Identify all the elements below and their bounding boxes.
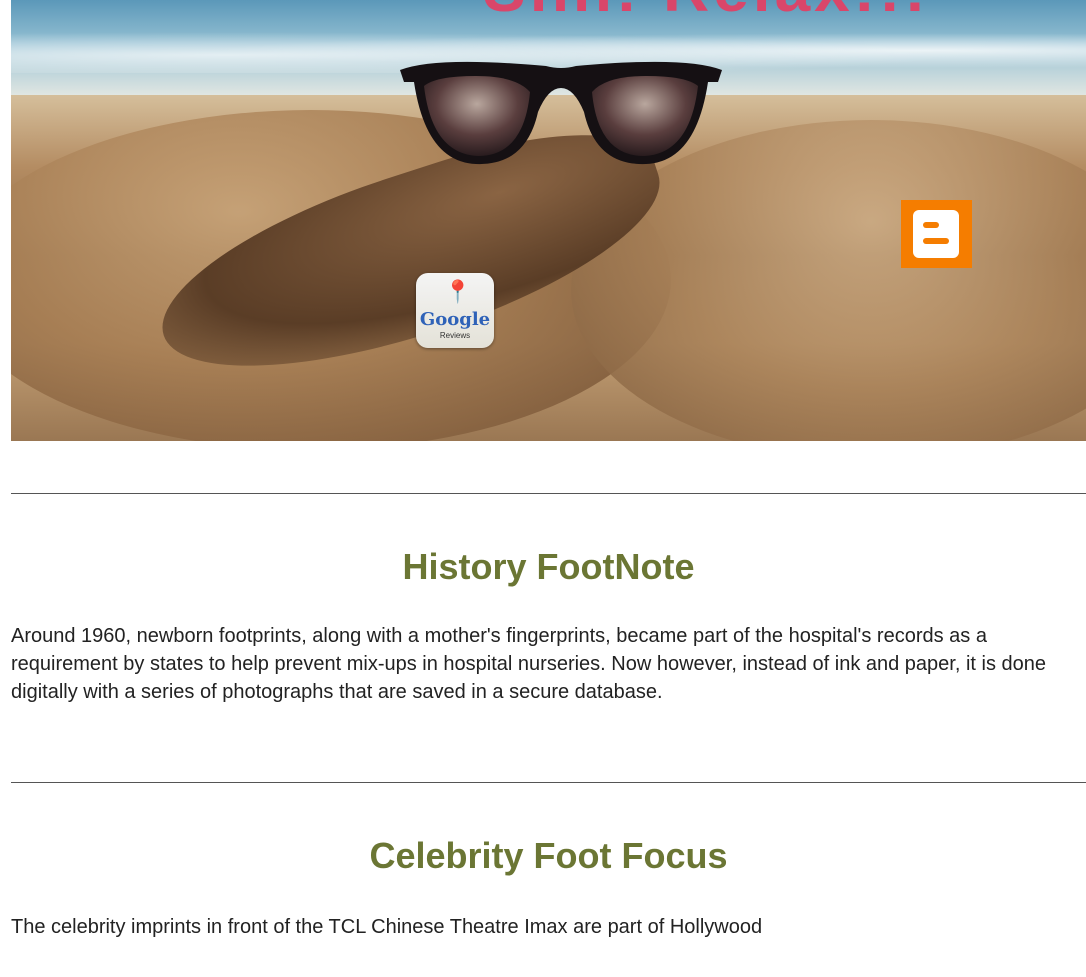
section-body-celebrity: The celebrity imprints in front of the T… bbox=[11, 916, 763, 938]
hero-headline: Shh! Relax!!! bbox=[483, 0, 930, 26]
blogger-icon[interactable] bbox=[901, 200, 972, 268]
section-body-history: Around 1960, newborn footprints, along w… bbox=[11, 625, 1047, 703]
section-title-celebrity: Celebrity Foot Focus bbox=[369, 835, 728, 876]
section-title-history: History FootNote bbox=[402, 546, 695, 587]
google-reviews-badge[interactable]: 📍 Google Reviews bbox=[416, 273, 494, 348]
map-pin-icon: 📍 bbox=[444, 279, 472, 304]
google-reviews-word: Google bbox=[419, 309, 491, 330]
blogger-letter-mark bbox=[913, 210, 959, 258]
google-reviews-sub: Reviews bbox=[439, 331, 471, 340]
sunglasses-image bbox=[400, 61, 722, 165]
section-divider bbox=[11, 493, 1086, 494]
section-divider bbox=[11, 782, 1086, 783]
